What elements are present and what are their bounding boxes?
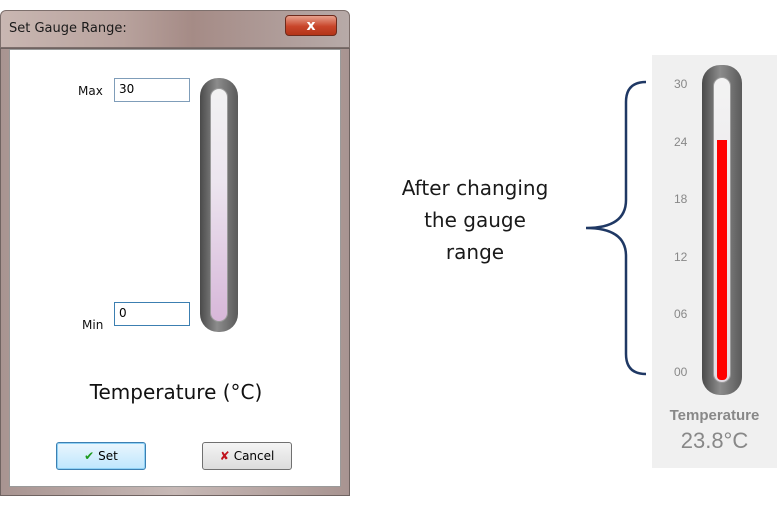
min-label: Min xyxy=(82,318,104,332)
max-label: Max xyxy=(78,84,103,98)
window-frame: Max 30 Min 0 Temperature (°C) ✔ Set ✘ Ca… xyxy=(0,48,350,496)
set-gauge-range-dialog: Set Gauge Range: x Max 30 Min 0 Temperat… xyxy=(0,10,350,496)
annotation-line: range xyxy=(445,240,505,264)
annotation-line: the gauge xyxy=(424,208,526,232)
gauge-label: Temperature xyxy=(669,407,760,424)
cross-icon: ✘ xyxy=(219,449,230,463)
tick-label: 12 xyxy=(674,250,688,264)
tick-label: 30 xyxy=(674,77,688,91)
preview-gauge xyxy=(200,78,238,332)
thermometer-track xyxy=(713,77,731,383)
annotation-line: After changing xyxy=(401,176,549,200)
min-input[interactable]: 0 xyxy=(114,302,190,326)
gauge-title: Temperature (°C) xyxy=(89,380,263,404)
thermometer-gauge xyxy=(702,65,742,395)
brace-icon xyxy=(585,80,647,376)
set-label: Set xyxy=(98,449,118,463)
tick-label: 00 xyxy=(674,365,688,379)
tick-label: 18 xyxy=(674,192,688,206)
thermometer-fill xyxy=(717,140,727,380)
close-icon: x xyxy=(306,17,316,34)
preview-gauge-track xyxy=(210,88,228,322)
dialog-body: Max 30 Min 0 Temperature (°C) ✔ Set ✘ Ca… xyxy=(9,49,341,487)
gauge-value: 23.8°C xyxy=(680,428,749,453)
set-button[interactable]: ✔ Set xyxy=(56,442,146,470)
gauge-widget: 30 24 18 12 06 00 Temperature 23.8°C xyxy=(652,55,777,468)
cancel-button[interactable]: ✘ Cancel xyxy=(202,442,292,470)
annotation-text: After changing the gauge range xyxy=(375,172,575,268)
cancel-label: Cancel xyxy=(233,449,275,463)
dialog-title: Set Gauge Range: xyxy=(9,21,127,36)
tick-label: 06 xyxy=(674,307,688,321)
close-button[interactable]: x xyxy=(285,15,337,36)
max-input[interactable]: 30 xyxy=(114,78,190,102)
title-bar: Set Gauge Range: x xyxy=(0,10,350,48)
tick-label: 24 xyxy=(674,135,688,149)
check-icon: ✔ xyxy=(84,449,95,463)
